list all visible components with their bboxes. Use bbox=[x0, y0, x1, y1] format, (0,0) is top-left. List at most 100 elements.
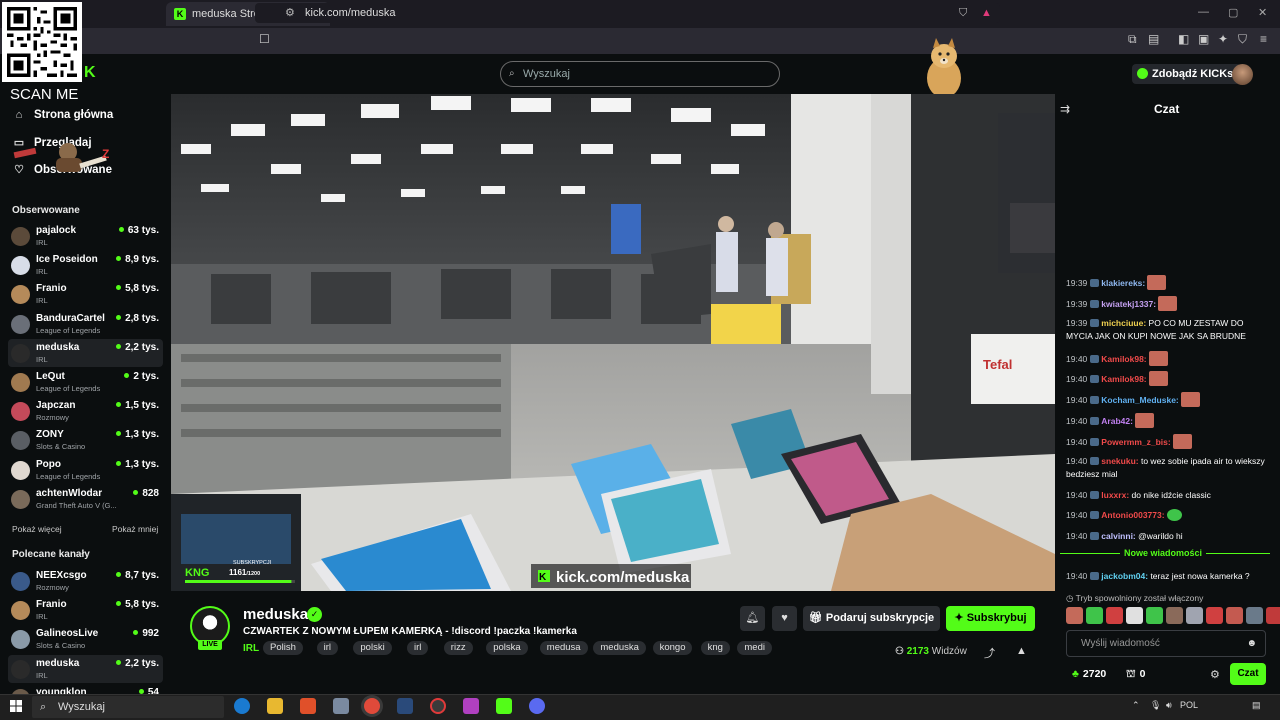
nav-home[interactable]: ⌂ Strona główna bbox=[12, 109, 114, 121]
chat-message-user[interactable]: Arab42: bbox=[1101, 416, 1133, 426]
chat-input[interactable]: Wyślij wiadomość ☻ bbox=[1066, 630, 1266, 657]
taskbar-search[interactable]: ⌕ Wyszukaj bbox=[32, 696, 224, 718]
gift-subs-button[interactable]: 🎁︎ Podaruj subskrypcje bbox=[803, 606, 940, 631]
shield-icon[interactable]: ⛉ bbox=[959, 3, 967, 23]
minimize-button[interactable]: — bbox=[1198, 6, 1209, 18]
app-icon[interactable] bbox=[333, 698, 349, 714]
chat-message-user[interactable]: Antonio003773: bbox=[1101, 510, 1164, 520]
chat-message-user[interactable]: klakiereks: bbox=[1101, 278, 1145, 288]
emote-shortcut[interactable] bbox=[1186, 607, 1203, 624]
microphone-icon[interactable]: 🎙︎ bbox=[1150, 700, 1161, 711]
sidebar-channel[interactable]: BanduraCartel League of Legends 2,8 tys. bbox=[8, 310, 163, 338]
sidebar-channel[interactable]: Japczan Rozmowy 1,5 tys. bbox=[8, 397, 163, 425]
emote-shortcut[interactable] bbox=[1226, 607, 1243, 624]
sidebar-channel[interactable]: NEEXcsgo Rozmowy 8,7 tys. bbox=[8, 567, 163, 595]
emote-shortcut[interactable] bbox=[1126, 607, 1143, 624]
vpn-icon[interactable]: ⛉ bbox=[1238, 32, 1247, 47]
obs-icon[interactable] bbox=[430, 698, 446, 714]
sidebar-channel[interactable]: ZONY Slots & Casino 1,3 tys. bbox=[8, 426, 163, 454]
chat-message-user[interactable]: Kamilok98: bbox=[1101, 374, 1146, 384]
chat-message-user[interactable]: kwiatekj1337: bbox=[1101, 299, 1156, 309]
chat-message-user[interactable]: luxxrx: bbox=[1101, 490, 1129, 500]
video-player[interactable]: Tefal KNG SUBSKRYPCJI 1161/1200 K kick.c… bbox=[171, 94, 1055, 591]
stream-tag[interactable]: kng bbox=[700, 641, 730, 655]
stream-tag[interactable]: kongo bbox=[652, 641, 693, 655]
collapse-chat-icon[interactable]: ⇉ bbox=[1060, 102, 1070, 116]
stream-tag[interactable]: medusa bbox=[539, 641, 588, 655]
alert-icon[interactable]: ▲ bbox=[981, 3, 992, 23]
stream-tag[interactable]: meduska bbox=[593, 641, 646, 655]
chat-settings-icon[interactable]: ⚙ bbox=[1210, 668, 1220, 681]
close-window-button[interactable]: ✕ bbox=[1258, 6, 1267, 19]
emote-shortcut[interactable] bbox=[1266, 607, 1280, 624]
get-kicks-button[interactable]: Zdobądź KICKs bbox=[1132, 64, 1242, 84]
show-more-link[interactable]: Pokaż więcej bbox=[12, 524, 62, 534]
app-icon-2[interactable] bbox=[463, 698, 479, 714]
file-explorer-icon[interactable] bbox=[267, 698, 283, 714]
sidebar-channel[interactable]: meduska IRL 2,2 tys. bbox=[8, 654, 163, 683]
emote-shortcut[interactable] bbox=[1086, 607, 1103, 624]
stream-tag[interactable]: polski bbox=[353, 641, 392, 655]
edge-icon[interactable] bbox=[234, 698, 250, 714]
sidebar-channel[interactable]: Popo League of Legends 1,3 tys. bbox=[8, 456, 163, 484]
report-icon[interactable]: ▲ bbox=[1016, 645, 1027, 657]
sidebar-channel[interactable]: Ice Poseidon IRL 8,9 tys. bbox=[8, 251, 163, 279]
emote-shortcut[interactable] bbox=[1246, 607, 1263, 624]
chat-message-user[interactable]: Powermm_z_bis: bbox=[1101, 437, 1170, 447]
chat-message-user[interactable]: Kocham_Meduske: bbox=[1101, 395, 1178, 405]
sidebar-channel[interactable]: GalineosLive Slots & Casino 992 bbox=[8, 625, 163, 653]
brave-icon[interactable] bbox=[300, 698, 316, 714]
emote-shortcut[interactable] bbox=[1066, 607, 1083, 624]
chat-message-user[interactable]: jackobm04: bbox=[1101, 571, 1148, 581]
steam-icon[interactable] bbox=[397, 698, 413, 714]
kicks-balance[interactable]: ♣ 2720 bbox=[1072, 668, 1106, 680]
user-avatar[interactable] bbox=[1232, 64, 1253, 85]
kick-logo[interactable]: K bbox=[84, 64, 96, 82]
discord-icon[interactable] bbox=[529, 698, 545, 714]
notifications-icon[interactable]: ▤ bbox=[1252, 700, 1261, 711]
wallet-icon[interactable]: ▣ bbox=[1198, 32, 1209, 46]
stream-tag[interactable]: rizz bbox=[443, 641, 473, 655]
stream-tag[interactable]: medi bbox=[737, 641, 772, 655]
kick-app-icon[interactable] bbox=[496, 698, 512, 714]
sidebar-channel[interactable]: achtenWlodar Grand Theft Auto V (G... 828 bbox=[8, 485, 163, 513]
site-info-icon[interactable]: ⚙ bbox=[285, 3, 295, 23]
streamer-name[interactable]: meduska bbox=[243, 606, 308, 623]
address-bar[interactable]: ⚙ kick.com/meduska ⛉ ▲ bbox=[255, 3, 1000, 23]
sidebar-channel[interactable]: Franio IRL 5,8 tys. bbox=[8, 280, 163, 308]
sidebar-channel[interactable]: pajalock IRL 63 tys. bbox=[8, 222, 163, 250]
menu-icon[interactable]: ≡ bbox=[1260, 32, 1267, 46]
reader-icon[interactable]: ▤ bbox=[1148, 32, 1159, 46]
tray-chevron-icon[interactable]: ⌃ bbox=[1132, 700, 1140, 711]
language-indicator[interactable]: POL bbox=[1180, 700, 1198, 710]
windows-start-icon[interactable] bbox=[10, 700, 22, 712]
stream-tag[interactable]: irl bbox=[316, 641, 338, 655]
bookmark-icon[interactable]: ☐ bbox=[259, 32, 270, 46]
chat-message-user[interactable]: snekuku: bbox=[1101, 456, 1138, 466]
notifications-button[interactable]: 🔔︎ bbox=[740, 606, 765, 631]
stream-tag[interactable]: irl bbox=[407, 641, 429, 655]
emote-shortcut[interactable] bbox=[1106, 607, 1123, 624]
chat-message-user[interactable]: Kamilok98: bbox=[1101, 354, 1146, 364]
emote-shortcut[interactable] bbox=[1206, 607, 1223, 624]
chrome-icon[interactable] bbox=[364, 698, 380, 714]
chat-message-user[interactable]: calvinni: bbox=[1101, 531, 1135, 541]
sidebar-channel[interactable]: Franio IRL 5,8 tys. bbox=[8, 596, 163, 624]
chat-message-user[interactable]: michciuue: bbox=[1101, 318, 1146, 328]
sidebar-icon[interactable]: ◧ bbox=[1178, 32, 1189, 46]
subscribe-button[interactable]: ✦ Subskrybuj bbox=[946, 606, 1035, 631]
show-less-link[interactable]: Pokaż mniej bbox=[112, 524, 158, 534]
extensions-icon[interactable]: ⧉ bbox=[1128, 32, 1137, 47]
search-input[interactable]: ⌕ Wyszukaj bbox=[500, 61, 780, 87]
sidebar-channel[interactable]: LeQut League of Legends 2 tys. bbox=[8, 368, 163, 396]
sidebar-channel[interactable]: meduska IRL 2,2 tys. bbox=[8, 338, 163, 367]
maximize-button[interactable]: ▢ bbox=[1228, 6, 1238, 19]
stream-tag[interactable]: Polish bbox=[263, 641, 303, 655]
points-balance[interactable]: ⛫ 0 bbox=[1126, 668, 1146, 682]
emoji-icon[interactable]: ☻ bbox=[1246, 631, 1257, 656]
share-icon[interactable]: ⤴ bbox=[984, 645, 995, 661]
stream-category[interactable]: IRL bbox=[243, 643, 259, 654]
send-chat-button[interactable]: Czat bbox=[1230, 663, 1266, 685]
follow-button[interactable]: ♥ bbox=[772, 606, 797, 631]
stream-tag[interactable]: polska bbox=[486, 641, 528, 655]
